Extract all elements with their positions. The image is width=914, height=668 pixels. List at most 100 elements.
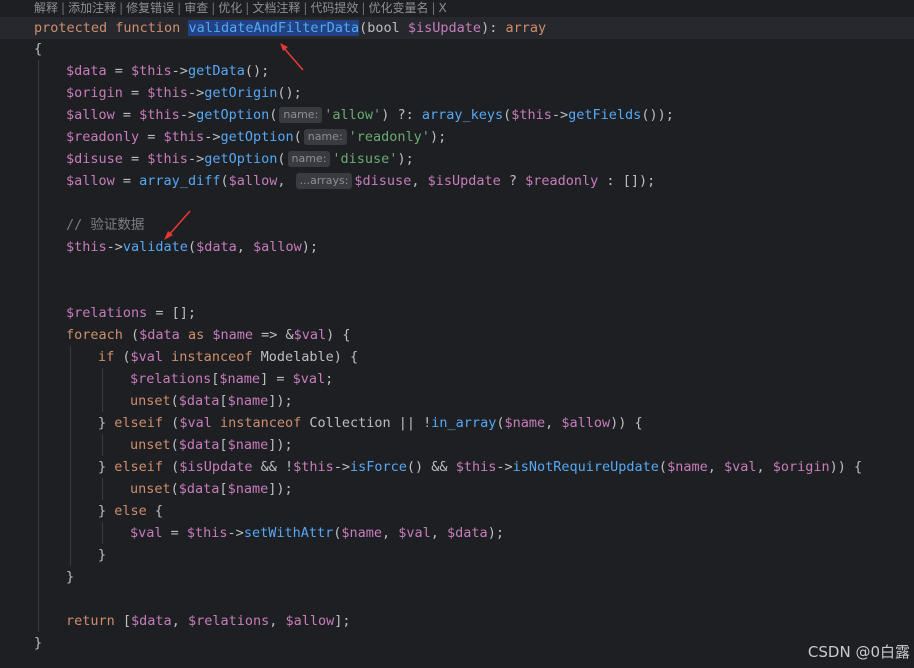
ai-action-add-comment[interactable]: 添加注释: [68, 1, 116, 15]
code-line-14[interactable]: $relations = [];: [66, 302, 196, 324]
selected-function-name: validateAndFilterData: [188, 20, 360, 36]
code-token: $data: [66, 63, 107, 79]
ai-action-review[interactable]: 审查: [184, 1, 208, 15]
ai-action-rename-vars[interactable]: 优化变量名: [368, 1, 428, 15]
code-token: getData: [187, 63, 245, 79]
code-line-18[interactable]: unset($data[$name]);: [130, 390, 293, 412]
code-token: $name: [219, 371, 261, 387]
code-token: getOption: [196, 107, 270, 123]
code-token: [: [219, 437, 228, 453]
code-token: }: [98, 503, 115, 519]
code-token: as: [179, 327, 213, 343]
code-token: () &&: [406, 459, 456, 475]
code-token: (: [163, 415, 180, 431]
indent-guide: [102, 434, 103, 456]
code-line-29[interactable]: }: [34, 632, 42, 654]
code-token: foreach: [66, 327, 123, 343]
code-token: ->: [204, 129, 221, 145]
ai-action-code-efficiency[interactable]: 代码提效: [310, 1, 358, 15]
code-token: $val: [130, 525, 163, 541]
code-line-1[interactable]: protected function validateAndFilterData…: [0, 17, 914, 39]
code-token: ):: [481, 20, 506, 36]
code-token: ->: [496, 459, 513, 475]
ai-action-doc-comment[interactable]: 文档注释: [252, 1, 300, 15]
code-token: isForce: [350, 459, 407, 475]
ai-action-explain[interactable]: 解释: [34, 1, 58, 15]
ai-action-fix-error[interactable]: 修复错误: [126, 1, 174, 15]
code-token: $name: [667, 459, 708, 475]
code-line-25[interactable]: }: [98, 544, 106, 566]
code-token: $val: [398, 525, 431, 541]
code-line-17[interactable]: $relations[$name] = $val;: [130, 368, 333, 390]
code-token: $name: [504, 415, 546, 431]
code-line-7[interactable]: $disuse = $this->getOption(name:'disuse'…: [66, 148, 414, 170]
code-token: []);: [622, 173, 656, 189]
code-token: ,: [707, 459, 724, 475]
code-line-19[interactable]: } elseif ($val instanceof Collection || …: [98, 412, 643, 434]
code-line-28[interactable]: return [$data, $relations, $allow];: [66, 610, 351, 632]
code-token: array_diff: [139, 173, 221, 189]
code-token: ?: [500, 173, 526, 189]
code-token: ,: [236, 239, 253, 255]
code-token: $val: [723, 459, 757, 475]
code-line-26[interactable]: }: [66, 566, 74, 588]
code-token: $this: [147, 85, 188, 101]
code-line-2[interactable]: {: [34, 38, 42, 60]
ai-action-close-button[interactable]: X: [439, 1, 447, 15]
code-line-10[interactable]: // 验证数据: [66, 214, 144, 236]
code-line-22[interactable]: unset($data[$name]);: [130, 478, 293, 500]
code-token: );: [397, 151, 414, 167]
code-token: (: [658, 459, 668, 475]
code-token: $this: [139, 107, 180, 123]
code-token: (bool: [359, 20, 408, 36]
code-token: (: [293, 129, 302, 145]
code-token: $val: [292, 371, 326, 387]
code-token: $data: [178, 393, 220, 409]
code-token: );: [301, 239, 319, 255]
code-token: $data: [178, 437, 220, 453]
code-token: $allow: [228, 173, 278, 189]
code-line-21[interactable]: } elseif ($isUpdate && !$this->isForce()…: [98, 456, 862, 478]
parameter-hint: name:: [279, 107, 323, 123]
code-line-20[interactable]: unset($data[$name]);: [130, 434, 293, 456]
code-token: $this: [293, 459, 334, 475]
code-line-8[interactable]: $allow = array_diff($allow, ...arrays: $d…: [66, 170, 655, 192]
code-token: ,: [171, 613, 188, 629]
code-token: $name: [227, 393, 269, 409]
code-line-4[interactable]: $origin = $this->getOrigin();: [66, 82, 302, 104]
code-token: elseif: [114, 459, 164, 475]
code-token: $this: [511, 107, 552, 123]
code-token: ,: [411, 173, 428, 189]
code-token: || !: [390, 415, 432, 431]
code-token: [: [219, 393, 228, 409]
code-line-5[interactable]: $allow = $this->getOption(name:'allow') …: [66, 104, 674, 126]
code-token: ];: [334, 613, 351, 629]
code-line-6[interactable]: $readonly = $this->getOption(name:'reado…: [66, 126, 446, 148]
code-token: ) {: [326, 327, 351, 343]
code-token: (: [122, 327, 140, 343]
code-line-23[interactable]: } else {: [98, 500, 163, 522]
annotation-arrow: [164, 210, 191, 240]
code-token: =: [122, 85, 148, 101]
code-token: $val: [293, 327, 327, 343]
code-token: );: [429, 129, 447, 145]
code-token: $allow: [285, 613, 335, 629]
code-token: (: [114, 349, 131, 365]
code-token: $this: [455, 459, 497, 475]
code-token: isNotRequireUpdate: [512, 459, 659, 475]
code-line-16[interactable]: if ($val instanceof Modelable) {: [98, 346, 358, 368]
code-line-24[interactable]: $val = $this->setWithAttr($name, $val, $…: [130, 522, 504, 544]
code-token: [: [219, 481, 228, 497]
code-token: Modelable: [260, 349, 334, 365]
code-line-3[interactable]: $data = $this->getData();: [66, 60, 269, 82]
ai-action-optimize[interactable]: 优化: [218, 1, 242, 15]
code-token: getOption: [204, 151, 278, 167]
code-token: )) {: [610, 415, 643, 431]
code-token: ,: [269, 613, 286, 629]
code-token: ]);: [268, 437, 293, 453]
code-line-15[interactable]: foreach ($data as $name => &$val) {: [66, 324, 351, 346]
code-token: ,: [430, 525, 448, 541]
code-token: $data: [196, 239, 237, 255]
code-token: (: [170, 437, 179, 453]
code-token: $origin: [66, 85, 123, 101]
